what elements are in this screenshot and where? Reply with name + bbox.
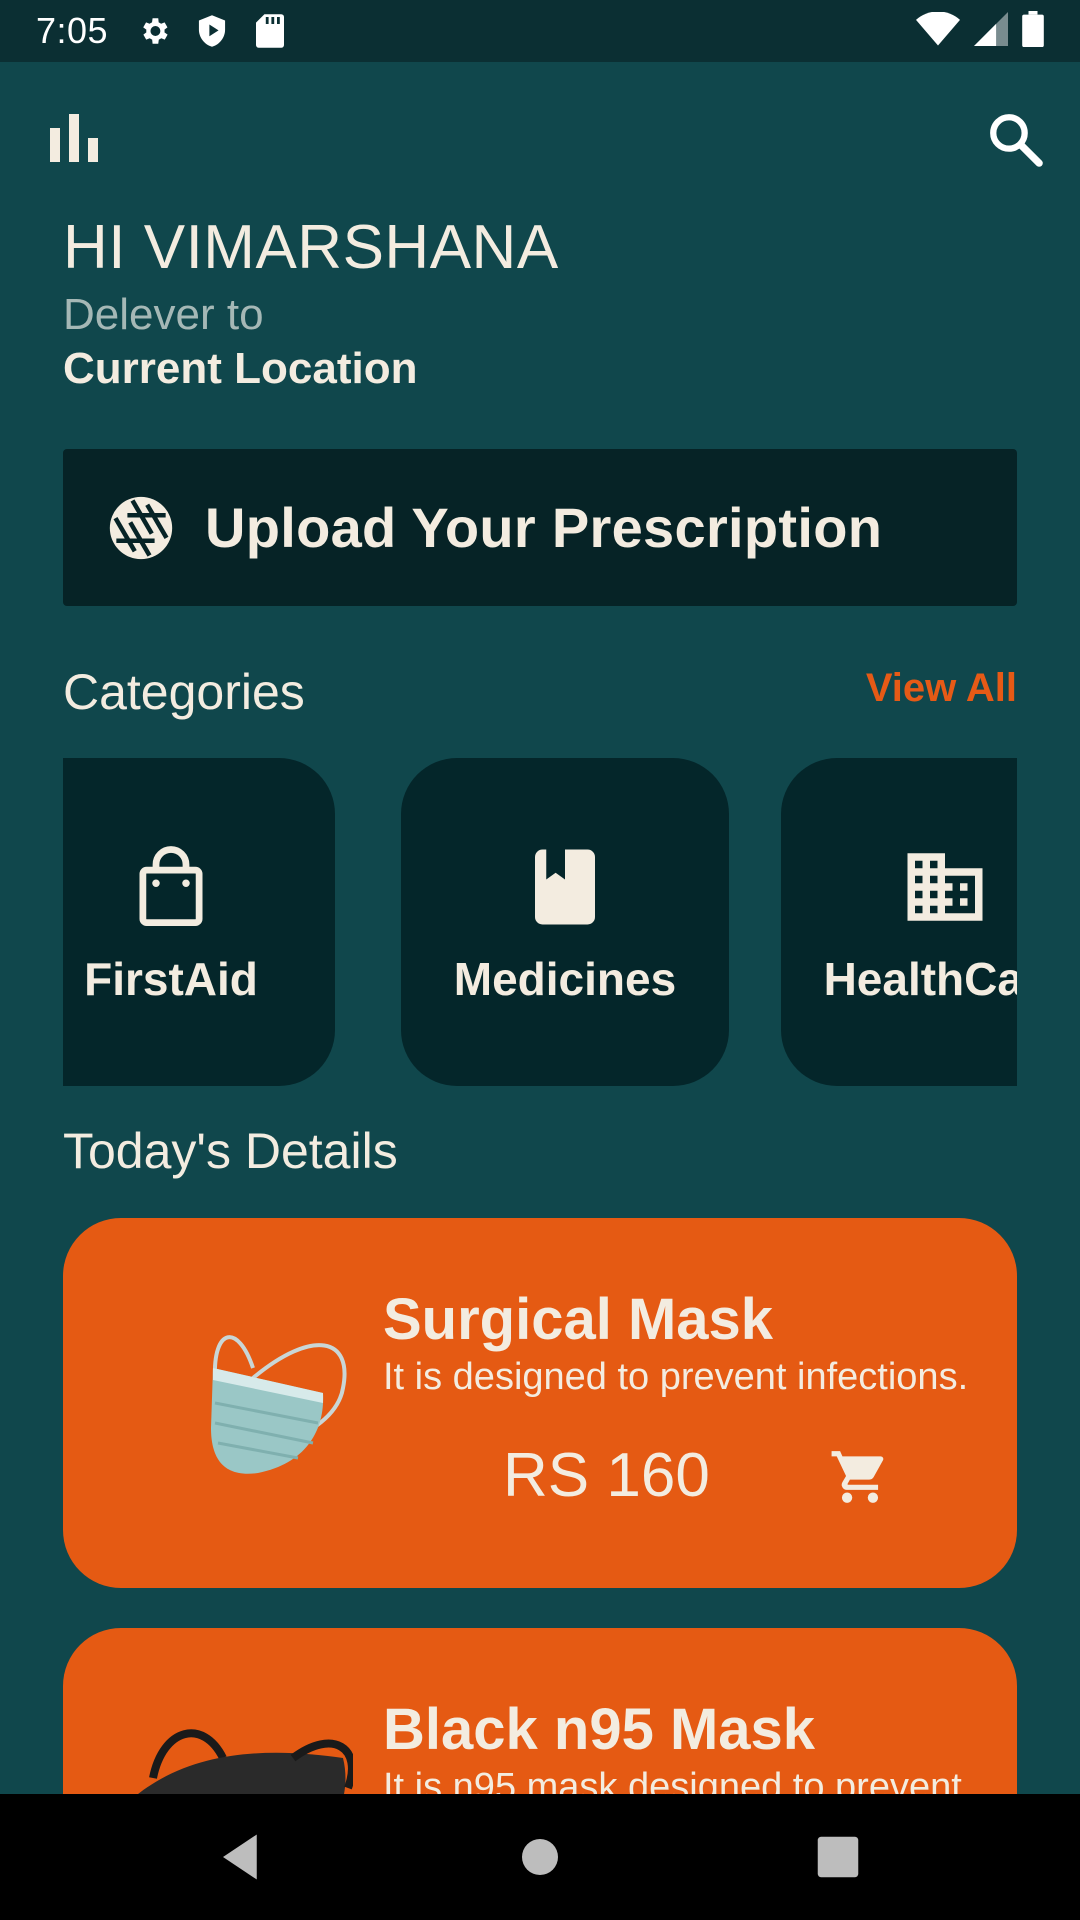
view-all-link[interactable]: View All [866, 666, 1017, 711]
recents-icon[interactable] [811, 1830, 865, 1884]
todays-details-title: Today's Details [63, 1123, 398, 1179]
category-card-firstaid[interactable]: FirstAid [63, 758, 335, 1086]
settings-icon [136, 13, 172, 49]
product-card-surgical-mask[interactable]: Surgical Mask It is designed to prevent … [63, 1218, 1017, 1588]
status-bar: 7:05 [0, 0, 1080, 62]
upload-prescription-label: Upload Your Prescription [205, 496, 883, 559]
category-label: Medicines [453, 953, 677, 1005]
category-label: HealthCare [823, 953, 1017, 1005]
back-icon[interactable] [214, 1830, 268, 1884]
sd-card-icon [252, 13, 288, 49]
categories-list: FirstAid Medicines HealthCare [63, 758, 1017, 1088]
signal-icon [974, 11, 1008, 51]
categories-title: Categories [63, 664, 305, 720]
category-card-healthcare[interactable]: HealthCare [781, 758, 1017, 1086]
category-label: FirstAid [84, 953, 258, 1005]
cart-icon[interactable] [829, 1446, 891, 1508]
status-time: 7:05 [36, 10, 109, 51]
wifi-icon [916, 10, 960, 51]
product-description: It is designed to prevent infections. [383, 1356, 969, 1398]
deliver-to-label: Delever to [63, 290, 264, 339]
product-price: RS 160 [503, 1441, 710, 1510]
battery-icon [1022, 10, 1044, 52]
building-icon [900, 842, 990, 932]
camera-shutter-icon [107, 494, 175, 562]
surgical-mask-image [143, 1308, 353, 1508]
home-icon[interactable] [513, 1830, 567, 1884]
product-name: Black n95 Mask [383, 1697, 816, 1762]
top-bar [0, 100, 1080, 180]
search-icon[interactable] [986, 110, 1044, 168]
product-name: Surgical Mask [383, 1287, 774, 1352]
greeting-title: HI VIMARSHANA [63, 213, 559, 282]
bar-chart-menu-icon[interactable] [48, 112, 100, 164]
system-navigation-bar [0, 1794, 1080, 1920]
shopping-bag-icon [126, 842, 216, 932]
category-card-medicines[interactable]: Medicines [401, 758, 729, 1086]
upload-prescription-button[interactable]: Upload Your Prescription [63, 449, 1017, 606]
shield-icon [194, 13, 230, 49]
book-icon [520, 842, 610, 932]
current-location[interactable]: Current Location [63, 344, 417, 394]
